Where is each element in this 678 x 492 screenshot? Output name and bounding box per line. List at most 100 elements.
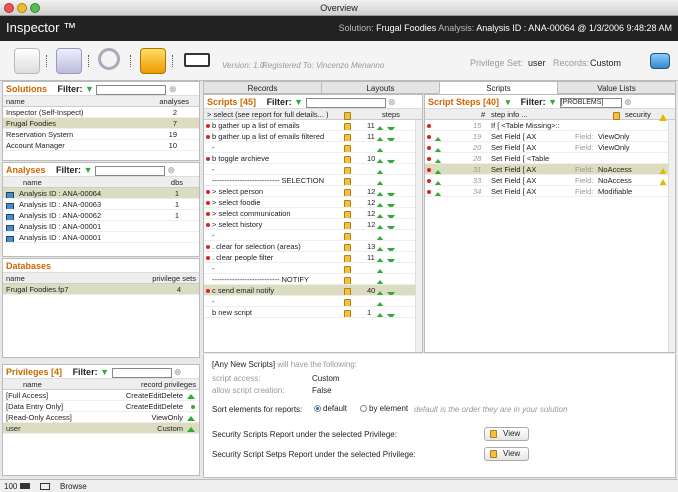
- table-row[interactable]: Analysis ID : ANA-00064 1: [3, 188, 199, 199]
- script-row[interactable]: -: [204, 164, 422, 175]
- clear-filter-icon[interactable]: ⊗: [624, 97, 632, 107]
- move-icon[interactable]: [434, 177, 442, 185]
- move-icon[interactable]: [434, 188, 442, 196]
- step-row[interactable]: 15 If [ <Table Missing>::: [425, 120, 675, 131]
- clear-filter-icon[interactable]: ⊗: [169, 84, 177, 94]
- table-row[interactable]: Analysis ID : ANA-00063 1: [3, 199, 199, 210]
- move-up-icon[interactable]: [376, 287, 384, 295]
- move-icon[interactable]: [434, 155, 442, 163]
- clear-filter-icon[interactable]: ⊗: [168, 165, 176, 175]
- col-steps[interactable]: steps: [382, 109, 400, 120]
- table-row[interactable]: Analysis ID : ANA-00001: [3, 221, 199, 232]
- tab-scripts[interactable]: Scripts: [439, 81, 558, 94]
- table-row[interactable]: Account Manager 10: [3, 140, 199, 151]
- view-scripts-report-button[interactable]: View: [484, 427, 530, 441]
- move-up-icon[interactable]: [376, 122, 384, 130]
- solutions-filter-select[interactable]: [96, 84, 167, 95]
- move-down-icon[interactable]: [387, 255, 395, 262]
- script-row[interactable]: b gather up a list of emails filtered 11: [204, 131, 422, 142]
- move-up-icon[interactable]: [376, 188, 384, 196]
- col-name[interactable]: name: [23, 177, 42, 188]
- col-dbs[interactable]: dbs: [171, 177, 183, 188]
- col-name[interactable]: name: [23, 379, 42, 390]
- move-down-icon[interactable]: [387, 222, 395, 229]
- script-row[interactable]: --------------------------- NOTIFY: [204, 274, 422, 285]
- move-up-icon[interactable]: [376, 155, 384, 163]
- sort-element-radio[interactable]: by element: [360, 404, 408, 413]
- script-row[interactable]: --------------------------- SELECTION: [204, 175, 422, 186]
- move-up-icon[interactable]: [376, 221, 384, 229]
- col-name[interactable]: name: [6, 96, 25, 107]
- script-row[interactable]: . clear people filter 11: [204, 252, 422, 263]
- script-row[interactable]: -: [204, 263, 422, 274]
- tab-records[interactable]: Records: [203, 81, 322, 94]
- col-analyses[interactable]: analyses: [159, 96, 189, 107]
- move-up-icon[interactable]: [376, 210, 384, 218]
- table-row[interactable]: Analysis ID : ANA-00062 1: [3, 210, 199, 221]
- zoom-level[interactable]: 100: [4, 482, 17, 491]
- col-privilege-sets[interactable]: privilege sets: [152, 273, 196, 284]
- move-up-icon[interactable]: [376, 133, 384, 141]
- database-icon[interactable]: [56, 48, 82, 74]
- scripts-filter-select[interactable]: [305, 97, 386, 108]
- move-up-icon[interactable]: [376, 177, 384, 185]
- move-down-icon[interactable]: [387, 156, 395, 163]
- script-row[interactable]: -: [204, 230, 422, 241]
- move-up-icon[interactable]: [376, 309, 384, 317]
- col-name[interactable]: name: [6, 273, 25, 284]
- move-down-icon[interactable]: [387, 288, 395, 295]
- move-down-icon[interactable]: [387, 310, 395, 317]
- minimize-window-button[interactable]: [17, 3, 27, 13]
- step-row[interactable]: 20 Set Field [ AX Field: ViewOnly: [425, 142, 675, 153]
- script-row[interactable]: > select communication 12: [204, 208, 422, 219]
- status-toggle-icon[interactable]: [40, 483, 50, 490]
- move-up-icon[interactable]: [376, 276, 384, 284]
- table-row[interactable]: [Read-Only Access] ViewOnly: [3, 412, 199, 423]
- clear-filter-icon[interactable]: ⊗: [388, 97, 396, 107]
- script-row[interactable]: b new script 1: [204, 307, 422, 318]
- tab-layouts[interactable]: Layouts: [321, 81, 440, 94]
- move-down-icon[interactable]: [387, 200, 395, 207]
- tab-value-lists[interactable]: Value Lists: [557, 81, 676, 94]
- connector-icon[interactable]: [184, 53, 210, 67]
- close-window-button[interactable]: [4, 3, 14, 13]
- step-row[interactable]: 31 Set Field [ AX Field: NoAccess: [425, 164, 675, 175]
- script-row[interactable]: b toggle archieve 10: [204, 153, 422, 164]
- script-row[interactable]: -: [204, 142, 422, 153]
- scripts-scrollbar[interactable]: [415, 120, 422, 352]
- zoom-icon[interactable]: [20, 483, 30, 489]
- zoom-window-button[interactable]: [30, 3, 40, 13]
- lock-icon[interactable]: [140, 48, 166, 74]
- table-row[interactable]: Reservation System 19: [3, 129, 199, 140]
- table-row[interactable]: user Custom: [3, 423, 199, 434]
- move-down-icon[interactable]: [387, 211, 395, 218]
- move-up-icon[interactable]: [376, 144, 384, 152]
- script-row[interactable]: c send email notify 40: [204, 285, 422, 296]
- move-icon[interactable]: [434, 166, 442, 174]
- col-script-name[interactable]: > select (see report for full details...…: [207, 109, 329, 120]
- table-row[interactable]: Frugal Foodies 7: [3, 118, 199, 129]
- col-record-privileges[interactable]: record privileges: [141, 379, 196, 390]
- step-row[interactable]: 33 Set Field [ AX Field: NoAccess: [425, 175, 675, 186]
- home-icon[interactable]: [14, 48, 40, 74]
- move-up-icon[interactable]: [376, 298, 384, 306]
- col-step-info[interactable]: step info ...: [491, 109, 528, 120]
- script-row[interactable]: > select history 12: [204, 219, 422, 230]
- steps-scrollbar[interactable]: [668, 120, 675, 352]
- move-down-icon[interactable]: [387, 123, 395, 130]
- table-row[interactable]: [Data Entry Only] CreateEditDelete: [3, 401, 199, 412]
- table-row[interactable]: [Full Access] CreateEditDelete: [3, 390, 199, 401]
- script-row[interactable]: > select foodie 12: [204, 197, 422, 208]
- script-row[interactable]: b gather up a list of emails 11: [204, 120, 422, 131]
- move-down-icon[interactable]: [387, 134, 395, 141]
- window-icon[interactable]: [650, 53, 670, 69]
- view-steps-report-button[interactable]: View: [484, 447, 530, 461]
- move-up-icon[interactable]: [376, 254, 384, 262]
- table-row[interactable]: Inspector (Self-Inspect) 2: [3, 107, 199, 118]
- move-up-icon[interactable]: [376, 199, 384, 207]
- script-row[interactable]: . clear for selection (areas) 13: [204, 241, 422, 252]
- col-security[interactable]: security: [625, 109, 651, 120]
- move-up-icon[interactable]: [376, 243, 384, 251]
- step-row[interactable]: 28 Set Field [ <Table: [425, 153, 675, 164]
- move-down-icon[interactable]: [387, 189, 395, 196]
